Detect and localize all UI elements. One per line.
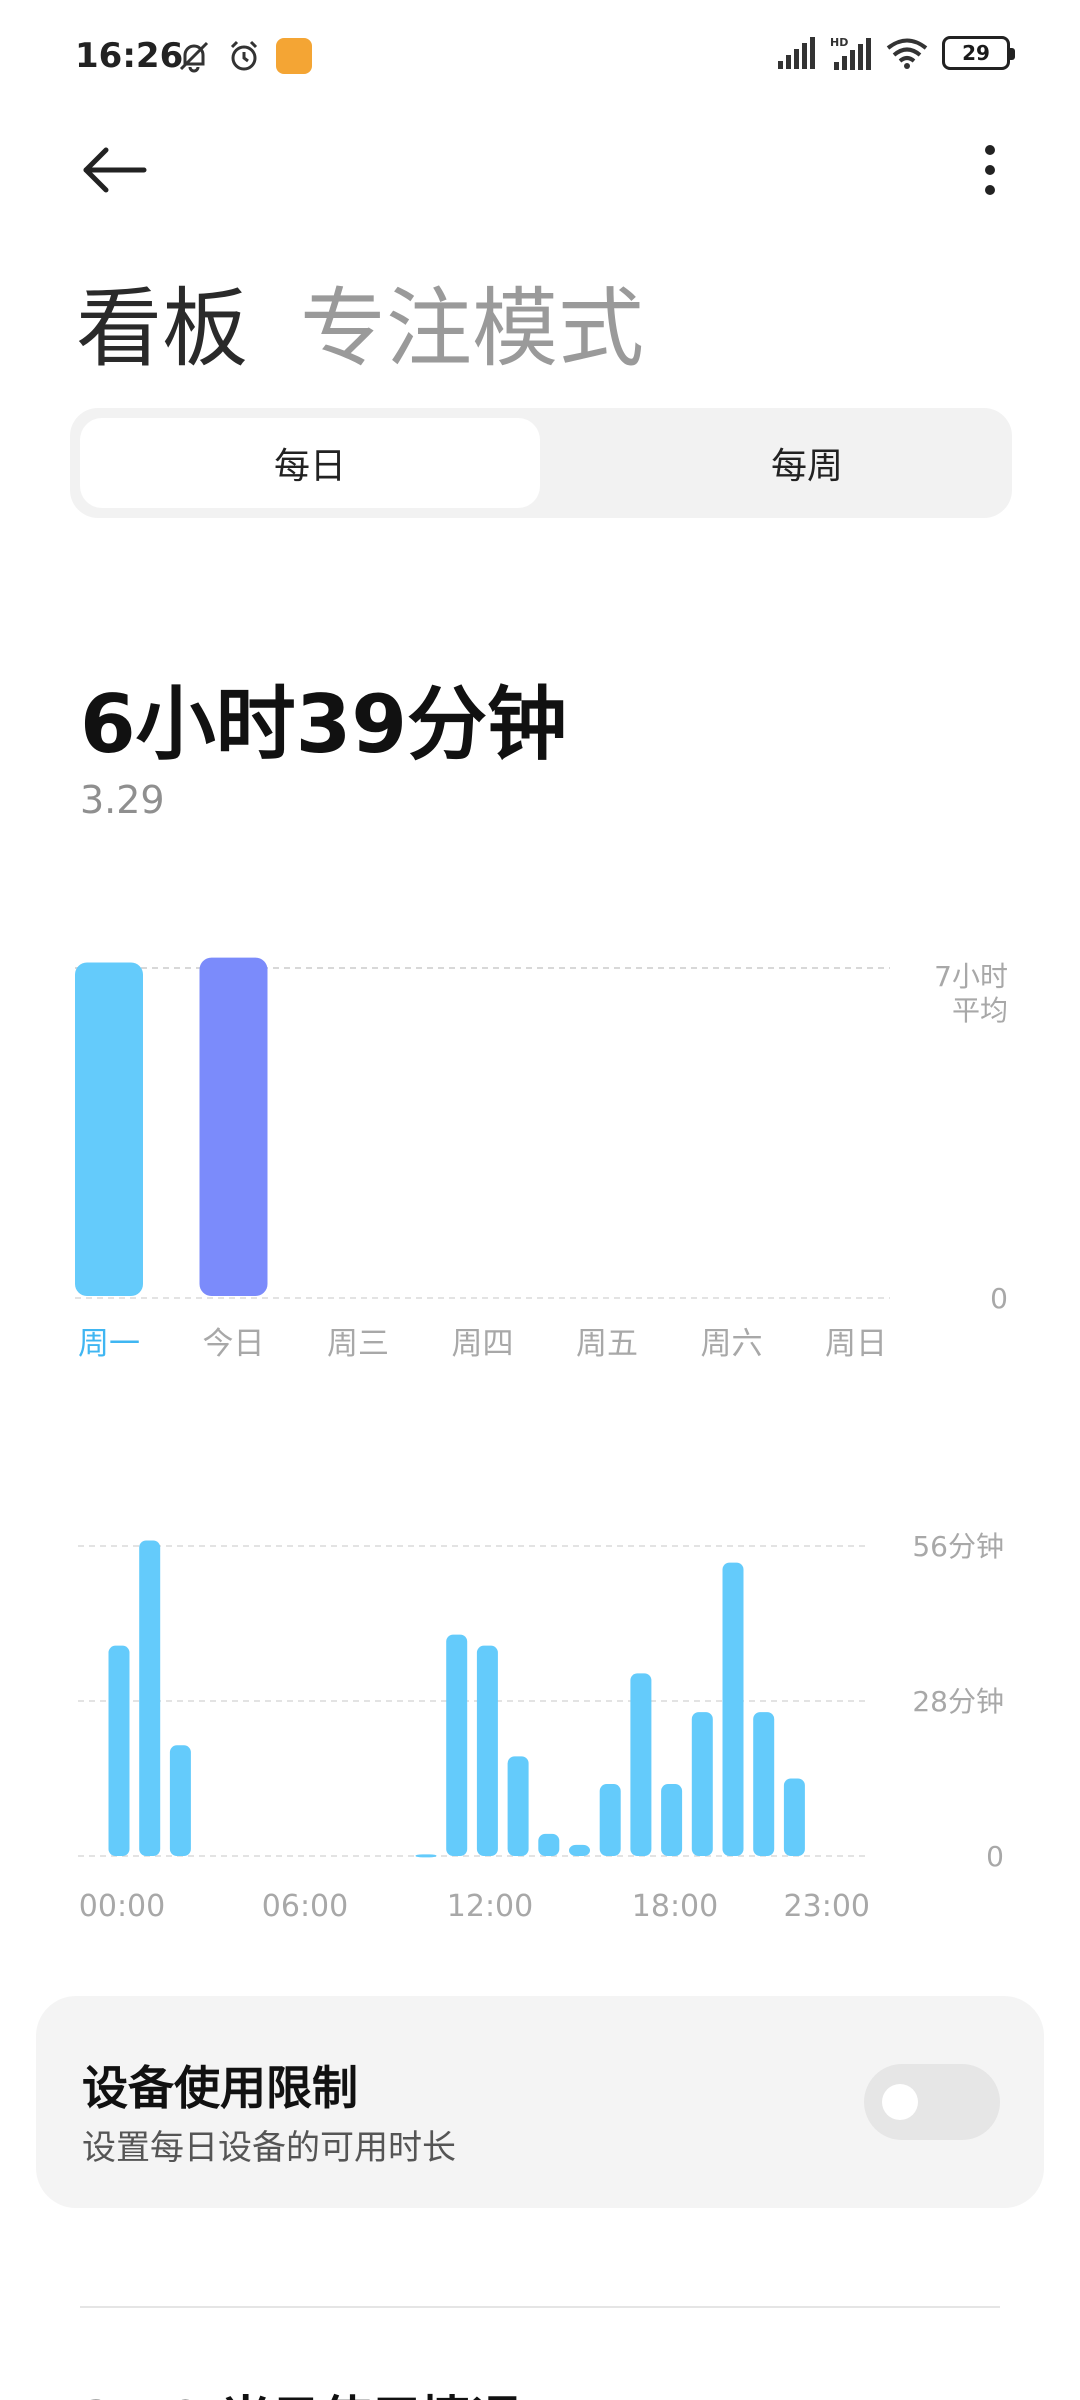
hourly-bar-20 — [722, 1562, 744, 1856]
weekly-x-tick-3: 周四 — [452, 1326, 514, 1360]
hourly-bar-19 — [691, 1712, 713, 1856]
weekly-y-tick-zero: 0 — [990, 1282, 1008, 1315]
more-button[interactable] — [970, 140, 1010, 200]
segment-weekly[interactable]: 每周 — [612, 418, 1002, 508]
battery-icon: 29 — [942, 36, 1015, 70]
hourly-x-tick-1: 06:00 — [262, 1889, 348, 1924]
weekly-x-tick-4: 周五 — [576, 1326, 638, 1360]
hourly-bar-10 — [415, 1854, 437, 1858]
weekly-x-tick-2: 周三 — [327, 1326, 389, 1360]
status-icons-left — [176, 38, 312, 74]
hourly-bar-13 — [507, 1756, 529, 1856]
hourly-bar-1 — [139, 1540, 161, 1856]
hourly-y-tick-2: 0 — [986, 1840, 1004, 1873]
weekly-x-tick-5: 周六 — [701, 1326, 763, 1360]
period-segmented-control: 每日 每周 — [70, 408, 1012, 518]
hourly-bar-11 — [446, 1634, 468, 1856]
weekly-x-tick-6: 周日 — [825, 1326, 887, 1360]
hourly-bar-2 — [169, 1745, 191, 1856]
device-limit-subtitle: 设置每日设备的可用时长 — [82, 2128, 456, 2168]
status-bar: 16:26 HD 29 — [0, 0, 1080, 120]
hourly-bar-0 — [108, 1645, 130, 1856]
tab-dashboard[interactable]: 看板 — [76, 258, 248, 383]
hourly-y-tick-0: 56分钟 — [912, 1530, 1004, 1563]
hourly-bar-18 — [661, 1784, 683, 1856]
status-icons-right: HD 29 — [776, 36, 1015, 70]
hourly-x-tick-2: 12:00 — [447, 1889, 533, 1924]
daily-usage-header: 3.29 当日使用情况 — [80, 2380, 521, 2400]
title-tabs: 看板 专注模式 — [76, 258, 644, 383]
total-usage-time: 6小时39分钟 — [80, 678, 567, 771]
tab-focus-mode[interactable]: 专注模式 — [300, 258, 644, 383]
hourly-bar-12 — [476, 1645, 498, 1856]
weekly-y-tick-average: 平均 — [952, 994, 1008, 1027]
weekly-bar-0 — [75, 962, 143, 1296]
device-limit-title: 设备使用限制 — [82, 2061, 358, 2115]
hourly-y-tick-1: 28分钟 — [912, 1685, 1004, 1718]
hourly-bar-21 — [753, 1712, 775, 1856]
back-button[interactable] — [76, 140, 156, 200]
weekly-x-tick-1: 今日 — [203, 1326, 265, 1360]
hourly-usage-chart: 56分钟 28分钟 0 00:00 06:00 12:00 18:00 23:00 — [78, 1530, 1004, 1924]
hd-signal-icon: HD — [830, 36, 871, 70]
hourly-bar-14 — [538, 1833, 560, 1856]
device-limit-toggle[interactable] — [864, 2064, 1000, 2140]
wifi-icon — [886, 38, 928, 69]
hourly-x-tick-4: 23:00 — [784, 1889, 870, 1924]
bell-off-icon — [179, 41, 209, 73]
weekly-usage-chart: 7小时平均 0 周一 今日 周三 周四 周五 周六 周日 — [75, 957, 1008, 1360]
app-badge-icon — [276, 38, 312, 74]
weekly-y-tick-max: 7小时 — [934, 960, 1008, 993]
arrow-left-icon — [83, 147, 147, 193]
section-divider — [80, 2306, 1000, 2308]
hourly-bar-17 — [630, 1673, 652, 1856]
hourly-bar-15 — [569, 1844, 590, 1856]
toggle-knob — [882, 2084, 918, 2120]
weekly-bar-1 — [199, 957, 268, 1296]
hourly-x-tick-0: 00:00 — [79, 1889, 165, 1924]
signal-icon — [778, 37, 815, 69]
more-vertical-icon — [985, 145, 995, 195]
device-limit-card[interactable]: 设备使用限制 设置每日设备的可用时长 — [36, 1996, 1044, 2208]
status-time: 16:26 — [75, 36, 184, 76]
hourly-bar-22 — [783, 1778, 805, 1856]
usage-date: 3.29 — [80, 778, 165, 822]
weekly-x-tick-0: 周一 — [78, 1326, 140, 1360]
hourly-bar-16 — [599, 1784, 621, 1856]
segment-daily[interactable]: 每日 — [80, 418, 540, 508]
battery-level: 29 — [962, 41, 990, 65]
alarm-icon — [230, 40, 258, 71]
svg-text:HD: HD — [830, 36, 848, 49]
hourly-x-tick-3: 18:00 — [632, 1889, 718, 1924]
